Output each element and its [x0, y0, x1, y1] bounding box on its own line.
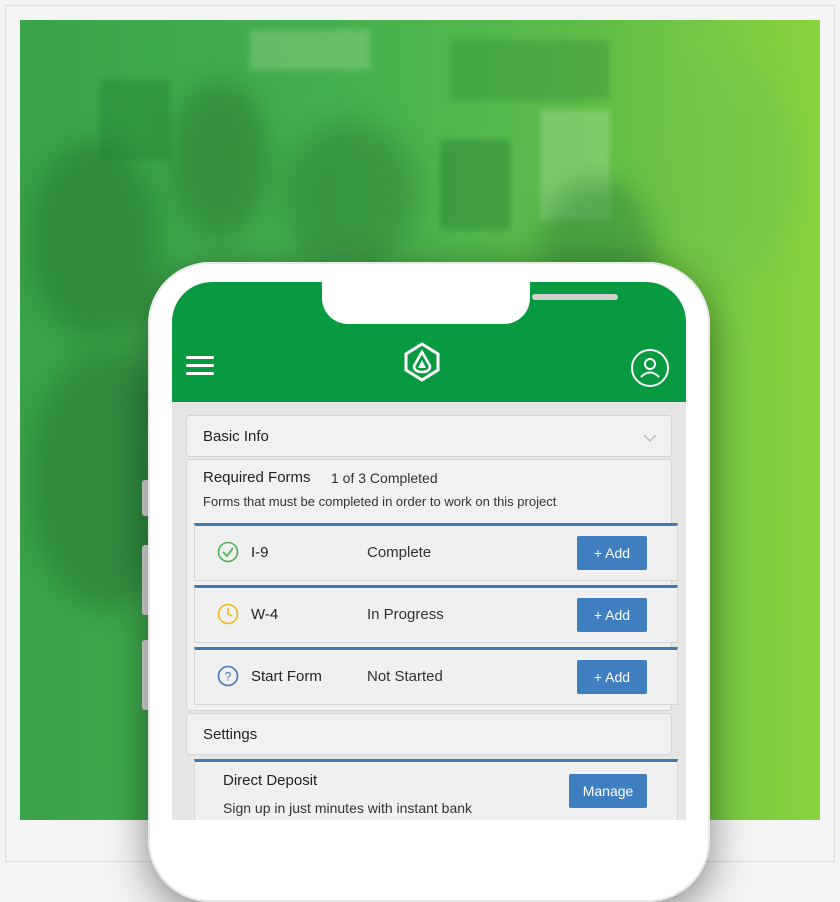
clock-icon: [217, 603, 239, 625]
hamburger-menu-icon[interactable]: [186, 356, 214, 376]
manage-button[interactable]: Manage: [569, 774, 647, 808]
app-header: [172, 282, 686, 402]
add-form-button[interactable]: + Add: [577, 660, 647, 694]
user-avatar-icon[interactable]: [630, 348, 670, 388]
form-name: Start Form: [251, 668, 322, 685]
add-form-button[interactable]: + Add: [577, 536, 647, 570]
direct-deposit-description: Sign up in just minutes with instant ban…: [223, 800, 473, 816]
chevron-down-icon: [643, 434, 657, 442]
form-status: Not Started: [367, 668, 443, 685]
phone-screen: Basic Info Required Forms 1 of 3 Complet…: [172, 282, 686, 820]
direct-deposit-title: Direct Deposit: [223, 772, 318, 789]
basic-info-accordion[interactable]: Basic Info: [186, 415, 672, 457]
basic-info-label: Basic Info: [203, 428, 269, 445]
required-forms-description: Forms that must be completed in order to…: [203, 494, 557, 509]
phone-speaker: [532, 294, 618, 300]
check-circle-icon: [217, 541, 239, 563]
required-forms-progress: 1 of 3 Completed: [331, 470, 438, 486]
settings-label: Settings: [203, 726, 258, 743]
required-forms-title: Required Forms: [203, 469, 311, 486]
form-name: I-9: [251, 544, 269, 561]
add-form-button[interactable]: + Add: [577, 598, 647, 632]
form-row-i9[interactable]: I-9 Complete + Add: [194, 523, 678, 581]
direct-deposit-row: Direct Deposit Sign up in just minutes w…: [194, 759, 678, 820]
flame-shield-logo-icon: [404, 342, 440, 382]
form-name: W-4: [251, 606, 279, 623]
question-circle-icon: ?: [217, 665, 239, 687]
form-status: Complete: [367, 544, 432, 561]
form-status: In Progress: [367, 606, 444, 623]
form-row-start-form[interactable]: ? Start Form Not Started + Add: [194, 647, 678, 705]
svg-text:?: ?: [225, 670, 232, 684]
settings-header: Settings: [186, 713, 672, 755]
phone-notch: [322, 282, 618, 324]
form-row-w4[interactable]: W-4 In Progress + Add: [194, 585, 678, 643]
